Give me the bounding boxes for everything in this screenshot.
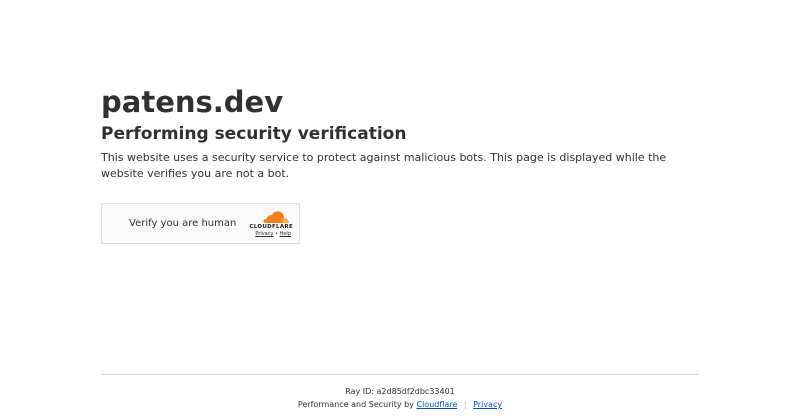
page-description: This website uses a security service to …	[101, 151, 667, 180]
site-name: patens.dev	[101, 85, 284, 119]
widget-help-link[interactable]: Help	[280, 231, 291, 237]
widget-privacy-link[interactable]: Privacy	[255, 231, 273, 237]
main-content: patens.dev Performing security verificat…	[101, 84, 701, 182]
ray-id-line: Ray ID: a2d85df2dbc33401	[101, 385, 699, 398]
performance-text: Performance and Security by	[297, 400, 414, 409]
page-headline: Performing security verification	[101, 124, 407, 144]
cloudflare-wordmark: CLOUDFLARE	[249, 224, 293, 230]
ray-id-label: Ray ID:	[345, 387, 374, 396]
verify-label[interactable]: Verify you are human	[129, 217, 236, 231]
cloudflare-cloud-icon	[263, 211, 289, 223]
widget-links: Privacy • Help	[255, 231, 291, 238]
cloudflare-link[interactable]: Cloudflare	[417, 400, 458, 409]
turnstile-widget[interactable]: Verify you are human CLOUDFLARE Privacy …	[101, 203, 300, 244]
performance-line: Performance and Security by Cloudflare |…	[101, 398, 699, 411]
cloudflare-branding: CLOUDFLARE Privacy • Help	[241, 211, 293, 239]
challenge-page: patens.dev Performing security verificat…	[0, 0, 800, 420]
ray-id-value: a2d85df2dbc33401	[376, 387, 455, 396]
footer: Ray ID: a2d85df2dbc33401 Performance and…	[101, 385, 699, 411]
footer-privacy-link[interactable]: Privacy	[473, 400, 502, 409]
footer-divider	[101, 374, 699, 375]
footer-separator: |	[463, 400, 467, 409]
widget-link-separator: •	[275, 231, 278, 237]
